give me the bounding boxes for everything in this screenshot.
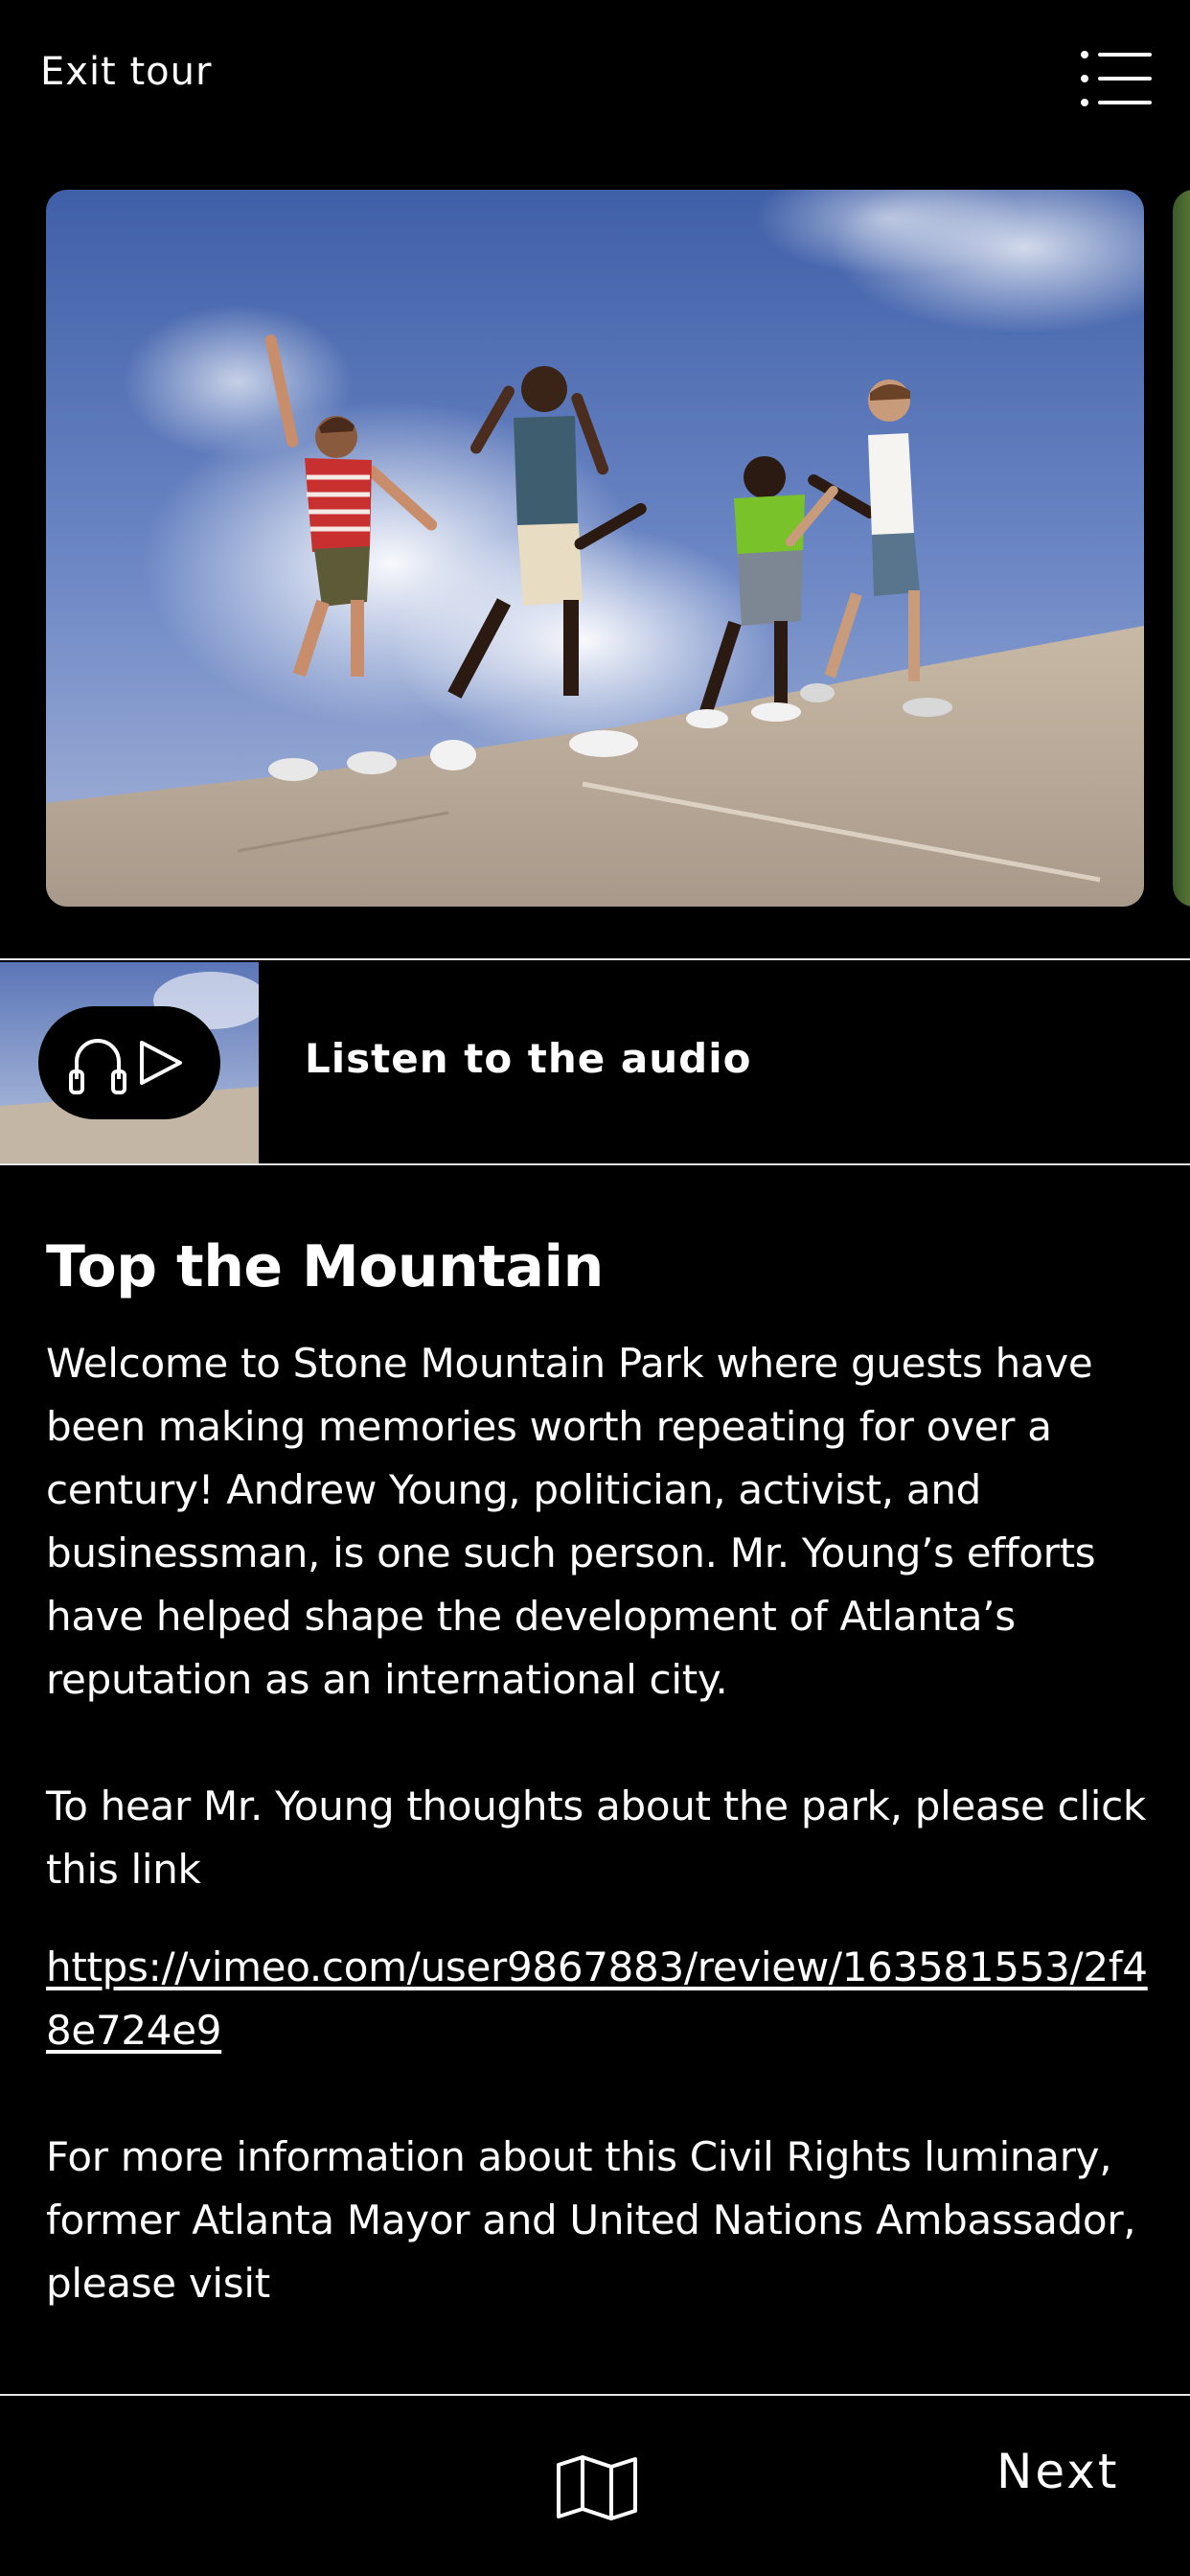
list-menu-icon[interactable]: [1079, 50, 1156, 107]
audio-label[interactable]: Listen to the audio: [305, 1035, 751, 1082]
video-link[interactable]: https://vimeo.com/user9867883/review/163…: [46, 1944, 1148, 2054]
video-link-paragraph: https://vimeo.com/user9867883/review/163…: [46, 1936, 1157, 2062]
top-bar: Exit tour: [0, 0, 1190, 163]
divider-bottom: [0, 1163, 1190, 1165]
divider-top: [0, 958, 1190, 960]
play-icon: [140, 1041, 182, 1085]
headphones-icon: [69, 1039, 126, 1094]
audio-player-row[interactable]: Listen to the audio: [0, 962, 1190, 1163]
stop-title: Top the Mountain: [46, 1233, 604, 1300]
image-carousel[interactable]: [0, 188, 1190, 910]
exit-tour-link[interactable]: Exit tour: [40, 50, 212, 94]
link-intro-paragraph: To hear Mr. Young thoughts about the par…: [46, 1782, 1146, 1893]
bottom-bar: Next: [0, 2396, 1190, 2576]
next-button[interactable]: Next: [996, 2444, 1119, 2499]
audio-play-button[interactable]: [38, 1006, 220, 1119]
next-slide-preview[interactable]: [1173, 190, 1190, 907]
map-icon[interactable]: [554, 2453, 640, 2520]
stop-content: Top the Mountain Welcome to Stone Mounta…: [46, 1227, 1157, 2315]
intro-paragraph: Welcome to Stone Mountain Park where gue…: [46, 1340, 1096, 1703]
more-info-paragraph: For more information about this Civil Ri…: [46, 2133, 1136, 2307]
audio-thumbnail: [0, 962, 259, 1163]
kids-walking-on-rock-photo[interactable]: [46, 190, 1144, 907]
